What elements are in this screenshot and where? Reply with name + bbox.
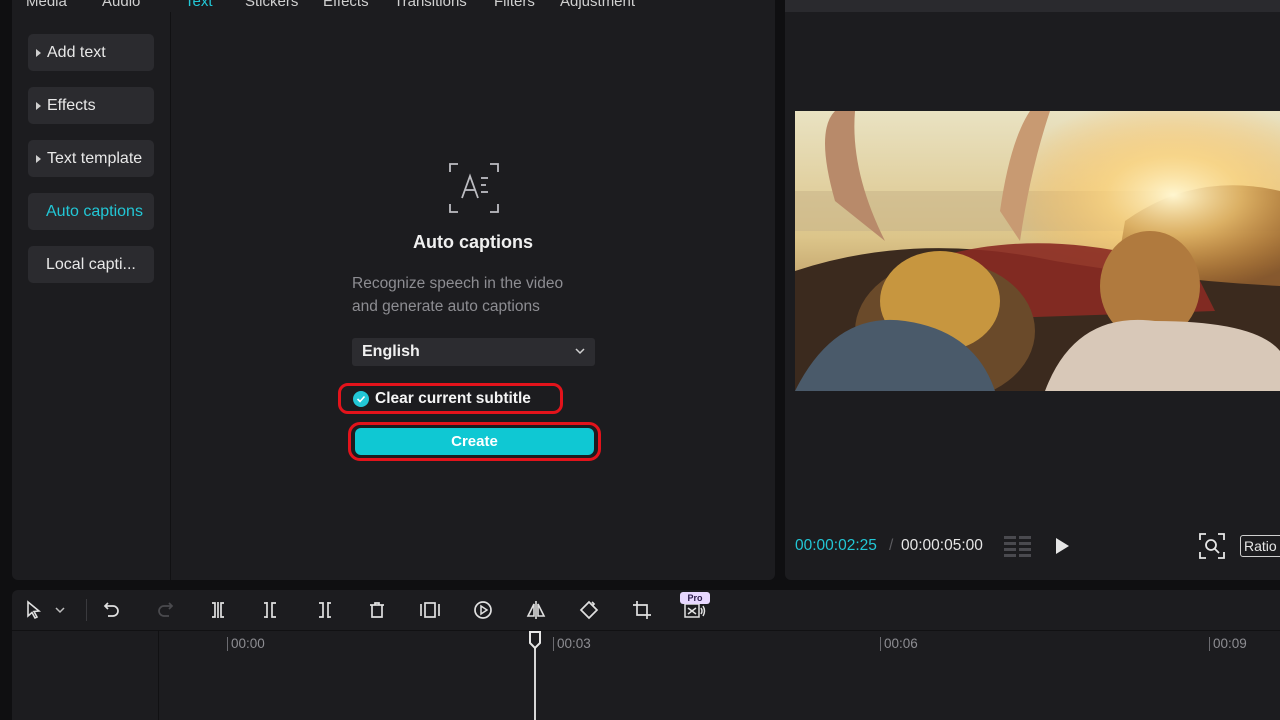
description-line: and generate auto captions: [352, 298, 540, 315]
tick-mark: [227, 637, 228, 651]
sidebar-item-label: Auto captions: [46, 202, 143, 220]
sidebar-item-text-template[interactable]: Text template: [28, 140, 154, 177]
mirror-button[interactable]: [524, 598, 548, 622]
play-circle-icon: [474, 601, 492, 619]
video-preview: [795, 111, 1280, 391]
undo-button[interactable]: [100, 598, 124, 622]
split-left-icon: [264, 602, 276, 618]
tab-effects[interactable]: Effects: [323, 0, 369, 10]
cursor-icon: [27, 600, 42, 620]
create-button-highlight: Create: [348, 422, 601, 461]
tick-label: 00:06: [884, 636, 918, 651]
select-tool-button[interactable]: [22, 598, 46, 622]
tick-label: 00:00: [231, 636, 265, 651]
redo-button[interactable]: [153, 598, 177, 622]
tab-filters[interactable]: Filters: [494, 0, 535, 10]
chevron-down-icon: [575, 348, 585, 355]
rotate-button[interactable]: [577, 598, 601, 622]
tick-mark: [553, 637, 554, 651]
app-window: Media Audio Text Stickers Effects Transi…: [0, 0, 1280, 720]
auto-captions-icon: [449, 163, 499, 213]
text-panel: Add text Effects Text template Auto capt…: [12, 12, 775, 580]
timeline-panel: Pro 00:00 00:03 00:06 00:09: [12, 590, 1280, 720]
tab-media[interactable]: Media: [26, 0, 67, 10]
split-right-icon: [319, 602, 331, 618]
checkmark-icon: [356, 395, 366, 403]
expand-triangle-icon: [36, 48, 41, 57]
sidebar-item-label: Local capti...: [46, 255, 136, 273]
time-separator: /: [889, 537, 894, 554]
freeze-frame-button[interactable]: [418, 598, 442, 622]
auto-captions-pane: Auto captions Recognize speech in the vi…: [171, 12, 775, 580]
ratio-button[interactable]: Ratio: [1240, 535, 1280, 557]
split-icon: [212, 602, 224, 618]
crop-button[interactable]: [630, 598, 654, 622]
tab-audio[interactable]: Audio: [102, 0, 140, 10]
auto-captions-description: Recognize speech in the video and genera…: [352, 272, 612, 318]
clear-subtitle-checkbox[interactable]: [353, 390, 369, 407]
track-header-area: [12, 631, 159, 720]
player-header: [785, 0, 1280, 12]
sidebar-item-auto-captions[interactable]: Auto captions: [28, 193, 154, 230]
tab-adjustment[interactable]: Adjustment: [560, 0, 635, 10]
tick-mark: [880, 637, 881, 651]
clear-subtitle-label: Clear current subtitle: [375, 389, 531, 407]
tab-transitions[interactable]: Transitions: [394, 0, 467, 10]
mirror-icon: [526, 601, 546, 619]
text-sidebar: Add text Effects Text template Auto capt…: [12, 12, 171, 580]
sidebar-item-effects[interactable]: Effects: [28, 87, 154, 124]
clear-subtitle-option[interactable]: Clear current subtitle: [338, 383, 563, 414]
chevron-down-icon: [55, 607, 65, 614]
current-time: 00:00:02:25: [795, 537, 877, 554]
playhead-handle[interactable]: [528, 630, 542, 650]
sidebar-item-local-captions[interactable]: Local capti...: [28, 246, 154, 283]
delete-button[interactable]: [365, 598, 389, 622]
description-line: Recognize speech in the video: [352, 275, 564, 292]
split-right-button[interactable]: [312, 598, 336, 622]
create-button[interactable]: Create: [355, 428, 594, 455]
rotate-icon: [579, 600, 599, 620]
pro-badge: Pro: [680, 592, 710, 604]
top-tab-bar: Media Audio Text Stickers Effects Transi…: [12, 0, 775, 12]
total-time: 00:00:05:00: [901, 537, 983, 554]
trash-icon: [370, 602, 384, 618]
tab-text[interactable]: Text: [185, 0, 213, 10]
play-icon[interactable]: [1053, 536, 1071, 556]
redo-icon: [158, 602, 174, 617]
expand-triangle-icon: [36, 101, 41, 110]
sidebar-item-add-text[interactable]: Add text: [28, 34, 154, 71]
toolbar-divider: [12, 630, 1280, 631]
tick-label: 00:09: [1213, 636, 1247, 651]
freeze-frame-icon: [420, 602, 440, 618]
tab-stickers[interactable]: Stickers: [245, 0, 298, 10]
select-tool-dropdown[interactable]: [52, 598, 68, 622]
sidebar-item-label: Effects: [47, 96, 96, 114]
fullscreen-focus-icon[interactable]: [1199, 533, 1225, 559]
auto-captions-title: Auto captions: [413, 232, 533, 252]
tick-label: 00:03: [557, 636, 591, 651]
toolbar-divider: [86, 599, 87, 621]
timecode-grid-icon[interactable]: [1004, 535, 1032, 557]
sidebar-item-label: Add text: [47, 43, 106, 61]
crop-icon: [633, 601, 651, 619]
language-value: English: [362, 343, 420, 360]
language-select[interactable]: English: [352, 338, 595, 366]
speed-button[interactable]: [471, 598, 495, 622]
undo-icon: [103, 602, 119, 617]
split-left-button[interactable]: [259, 598, 283, 622]
tick-mark: [1209, 637, 1210, 651]
sidebar-item-label: Text template: [47, 149, 143, 167]
split-button[interactable]: [206, 598, 230, 622]
playhead-line[interactable]: [534, 646, 536, 720]
expand-triangle-icon: [36, 154, 41, 163]
player-panel: 00:00:02:25 / 00:00:05:00 Ratio: [785, 0, 1280, 580]
